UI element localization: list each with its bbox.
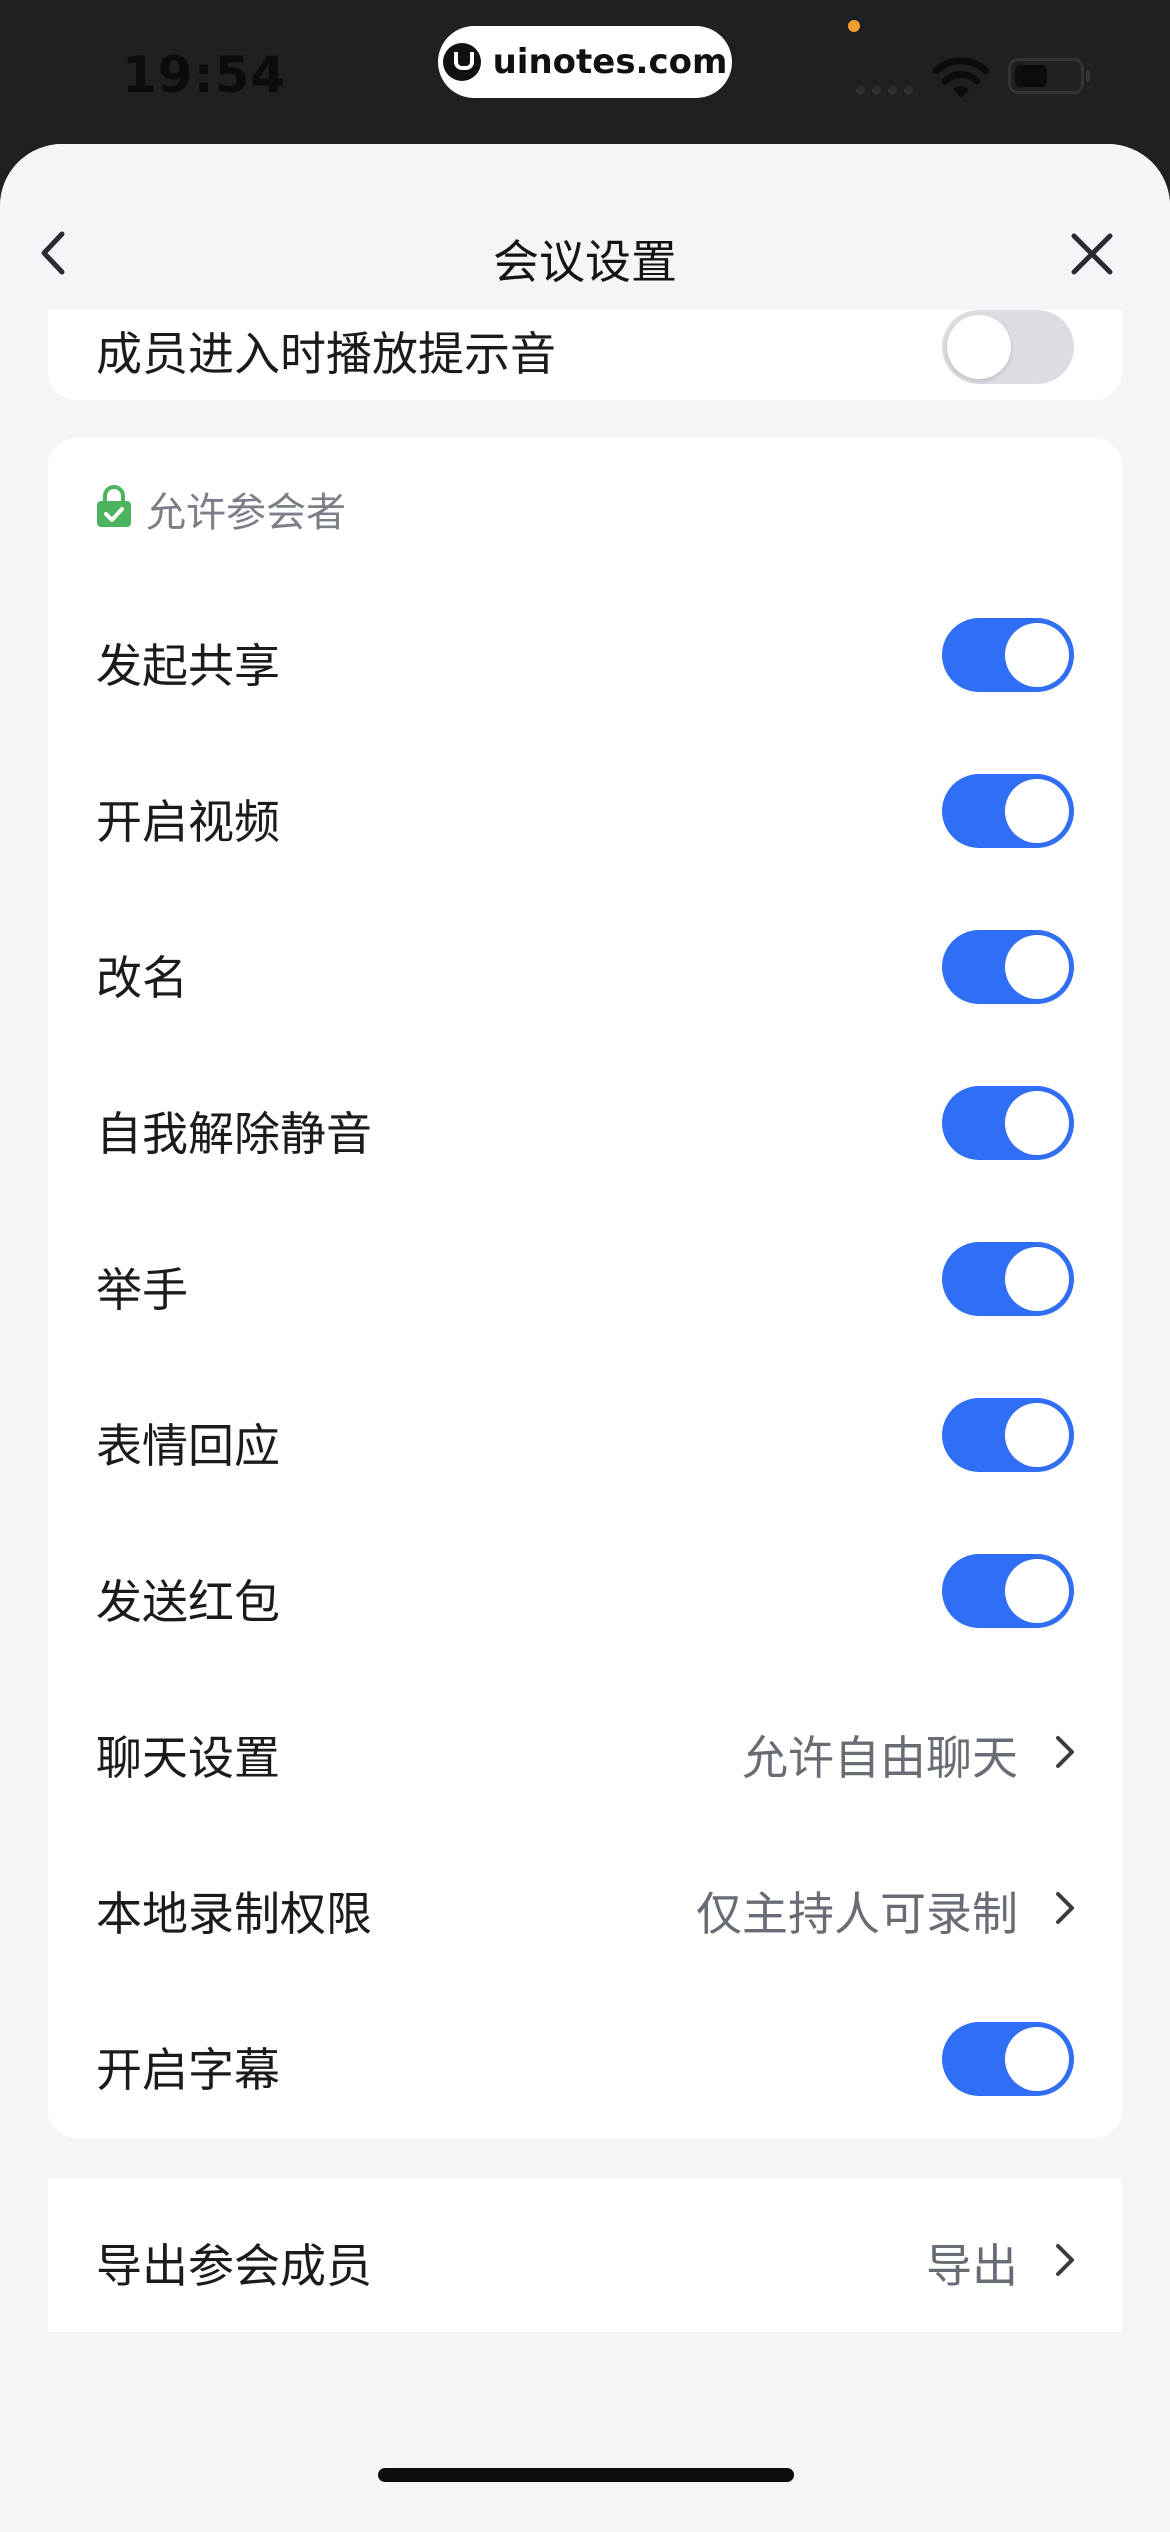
setting-row-raise-hand[interactable]: 举手 xyxy=(48,1202,1122,1358)
setting-row-recording[interactable]: 本地录制权限 仅主持人可录制 xyxy=(48,1826,1122,1982)
setting-row-rename[interactable]: 改名 xyxy=(48,890,1122,1046)
section-title: 允许参会者 xyxy=(146,490,346,536)
status-time: 19:54 xyxy=(122,46,287,104)
setting-label: 表情回应 xyxy=(96,1419,280,1473)
home-indicator[interactable] xyxy=(378,2468,794,2482)
close-icon[interactable] xyxy=(1068,230,1116,278)
watermark-logo-icon xyxy=(442,43,481,81)
page-title: 会议设置 xyxy=(493,235,677,289)
battery-icon xyxy=(1008,58,1090,94)
lock-check-icon xyxy=(97,485,131,527)
rename-toggle[interactable] xyxy=(942,930,1074,1004)
setting-row-red-packet[interactable]: 发送红包 xyxy=(48,1514,1122,1670)
setting-label: 本地录制权限 xyxy=(96,1887,372,1941)
setting-label: 开启视频 xyxy=(96,795,280,849)
chevron-right-icon xyxy=(1056,1736,1074,1768)
setting-label: 发送红包 xyxy=(96,1575,280,1629)
entry-sound-label: 成员进入时播放提示音 xyxy=(96,327,556,381)
status-bar: 19:54 uinotes.com xyxy=(0,0,1170,150)
unmute-toggle[interactable] xyxy=(942,1086,1074,1160)
recording-setting-value: 仅主持人可录制 xyxy=(696,1887,1018,1941)
export-card: 导出参会成员 导出 xyxy=(48,2178,1122,2332)
chevron-right-icon xyxy=(1056,2244,1074,2276)
export-label: 导出参会成员 xyxy=(96,2239,372,2293)
watermark-text: uinotes.com xyxy=(492,42,728,82)
reactions-toggle[interactable] xyxy=(942,1398,1074,1472)
red-packet-toggle[interactable] xyxy=(942,1554,1074,1628)
captions-toggle[interactable] xyxy=(942,2022,1074,2096)
nav-bar: 会议设置 xyxy=(0,144,1170,310)
participant-permissions-card: 允许参会者 发起共享 开启视频 改名 自我解除静音 举手 表情回应 发送红包 聊… xyxy=(48,438,1122,2138)
privacy-indicator-icon xyxy=(848,20,860,32)
setting-row-chat[interactable]: 聊天设置 允许自由聊天 xyxy=(48,1670,1122,1826)
share-toggle[interactable] xyxy=(942,618,1074,692)
entry-sound-toggle[interactable] xyxy=(942,310,1074,384)
setting-row-share[interactable]: 发起共享 xyxy=(48,578,1122,734)
section-header: 允许参会者 xyxy=(48,438,1122,588)
cellular-signal-icon xyxy=(856,86,913,95)
wifi-icon xyxy=(932,57,990,98)
setting-label: 举手 xyxy=(96,1263,188,1317)
export-value: 导出 xyxy=(926,2239,1018,2293)
setting-row-captions[interactable]: 开启字幕 xyxy=(48,1982,1122,2138)
settings-sheet: 成员进入时播放提示音 会议设置 允许参会者 发起共享 开启视频 改名 自我解除静… xyxy=(0,144,1170,2532)
setting-label: 聊天设置 xyxy=(96,1731,280,1785)
setting-label: 开启字幕 xyxy=(96,2043,280,2097)
setting-row-unmute[interactable]: 自我解除静音 xyxy=(48,1046,1122,1202)
setting-label: 改名 xyxy=(96,951,188,1005)
export-members-row[interactable]: 导出参会成员 导出 xyxy=(48,2178,1122,2334)
video-toggle[interactable] xyxy=(942,774,1074,848)
chat-setting-value: 允许自由聊天 xyxy=(742,1731,1018,1785)
raise-hand-toggle[interactable] xyxy=(942,1242,1074,1316)
setting-row-reactions[interactable]: 表情回应 xyxy=(48,1358,1122,1514)
setting-label: 自我解除静音 xyxy=(96,1107,372,1161)
chevron-right-icon xyxy=(1056,1892,1074,1924)
setting-row-video[interactable]: 开启视频 xyxy=(48,734,1122,890)
setting-label: 发起共享 xyxy=(96,639,280,693)
watermark-badge: uinotes.com xyxy=(438,26,732,98)
